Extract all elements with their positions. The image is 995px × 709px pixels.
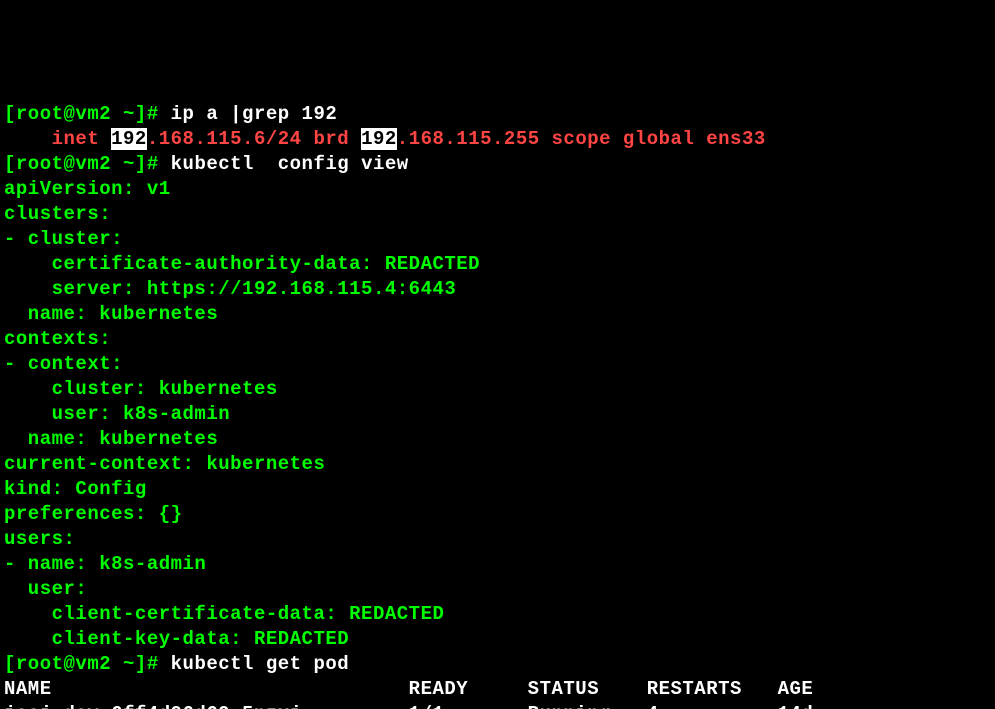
cmd-2: kubectl config view bbox=[171, 153, 409, 175]
grep-match-1: 192 bbox=[111, 128, 147, 150]
cfg-line: preferences: {} bbox=[4, 503, 183, 525]
grep-mid2: .168.115.255 scope global ens33 bbox=[397, 128, 766, 150]
cmd-3: kubectl get pod bbox=[171, 653, 350, 675]
grep-mid1: .168.115.6/24 brd bbox=[147, 128, 361, 150]
cfg-line: contexts: bbox=[4, 328, 111, 350]
cfg-line: - name: k8s-admin bbox=[4, 553, 206, 575]
grep-pre: inet bbox=[4, 128, 111, 150]
cfg-line: users: bbox=[4, 528, 75, 550]
grep-output: inet 192.168.115.6/24 brd 192.168.115.25… bbox=[4, 128, 766, 150]
cfg-line: clusters: bbox=[4, 203, 111, 225]
cfg-line: client-certificate-data: REDACTED bbox=[4, 603, 444, 625]
cfg-line: apiVersion: v1 bbox=[4, 178, 171, 200]
cfg-line: user: k8s-admin bbox=[4, 403, 230, 425]
prompt-line-3[interactable]: [root@vm2 ~]# kubectl get pod bbox=[4, 653, 349, 675]
cfg-line: - cluster: bbox=[4, 228, 123, 250]
cfg-line: name: kubernetes bbox=[4, 303, 218, 325]
cfg-line: current-context: kubernetes bbox=[4, 453, 325, 475]
cfg-line: server: https://192.168.115.4:6443 bbox=[4, 278, 456, 300]
prompt-3: [root@vm2 ~]# bbox=[4, 653, 171, 675]
prompt-line-2[interactable]: [root@vm2 ~]# kubectl config view bbox=[4, 153, 409, 175]
cfg-line: user: bbox=[4, 578, 87, 600]
pod-header: NAME READY STATUS RESTARTS AGE bbox=[4, 678, 813, 700]
cmd-1: ip a |grep 192 bbox=[171, 103, 338, 125]
prompt-2: [root@vm2 ~]# bbox=[4, 153, 171, 175]
cfg-line: client-key-data: REDACTED bbox=[4, 628, 349, 650]
cfg-line: cluster: kubernetes bbox=[4, 378, 278, 400]
pod-row-1: jcsj-dev-6ff4d96d69-5nzxj 1/1 Running 4 … bbox=[4, 703, 813, 709]
grep-match-2: 192 bbox=[361, 128, 397, 150]
prompt-line-1[interactable]: [root@vm2 ~]# ip a |grep 192 bbox=[4, 103, 337, 125]
cfg-line: name: kubernetes bbox=[4, 428, 218, 450]
cfg-line: - context: bbox=[4, 353, 123, 375]
cfg-line: certificate-authority-data: REDACTED bbox=[4, 253, 480, 275]
cfg-line: kind: Config bbox=[4, 478, 147, 500]
prompt-1: [root@vm2 ~]# bbox=[4, 103, 171, 125]
